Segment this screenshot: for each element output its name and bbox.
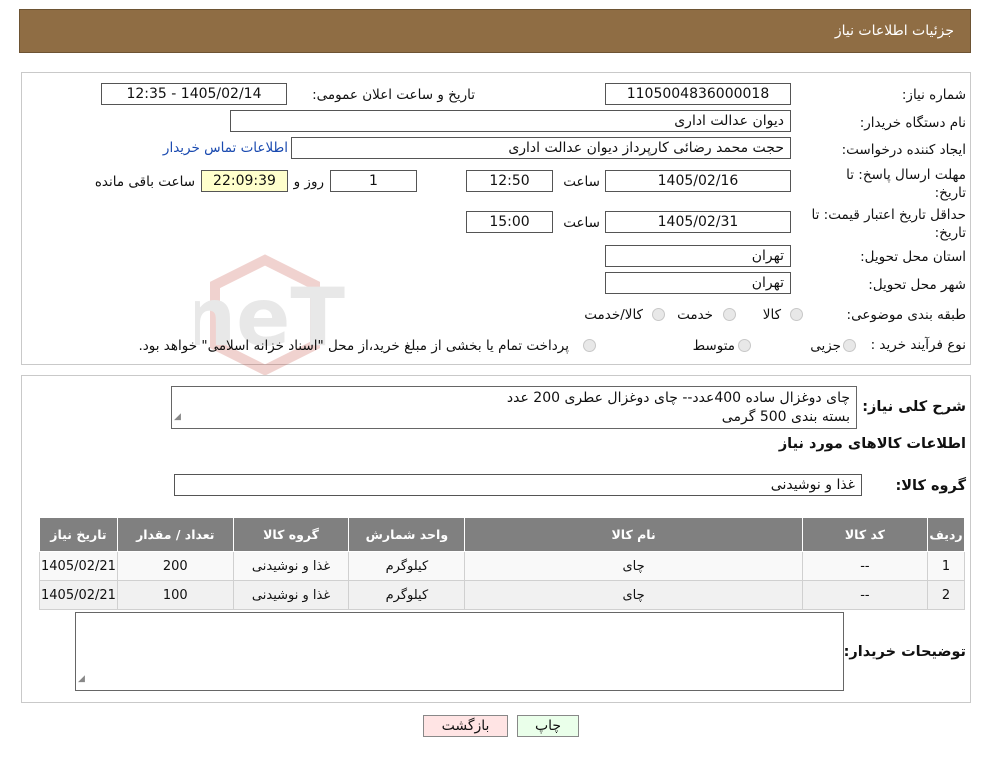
category-radio-goods-service[interactable] xyxy=(652,308,665,321)
goods-group-field: غذا و نوشیدنی xyxy=(174,474,862,496)
category-label: طبقه بندی موضوعی: xyxy=(846,307,966,323)
col-row: ردیف xyxy=(927,517,965,552)
days-field: 1 xyxy=(330,170,417,192)
col-unit: واحد شمارش xyxy=(348,517,466,552)
col-date: تاریخ نیاز xyxy=(39,517,118,552)
resize-grip-icon[interactable]: ◢ xyxy=(174,408,181,427)
description-line-1: چای دوغزال ساده 400عدد-- چای دوغزال عطری… xyxy=(506,390,850,406)
page-header: جزئیات اطلاعات نیاز xyxy=(19,9,971,53)
need-number-label: شماره نیاز: xyxy=(901,87,966,103)
goods-table-header: ردیف کد کالا نام کالا واحد شمارش گروه کا… xyxy=(39,517,965,552)
process-radio-treasury[interactable] xyxy=(583,339,596,352)
creator-field: حجت محمد رضائی کارپرداز دیوان عدالت ادار… xyxy=(291,137,791,159)
category-option-service: خدمت xyxy=(677,307,713,323)
validity-label: حداقل تاریخ اعتبار قیمت: تا تاریخ: xyxy=(811,207,966,241)
resize-grip-icon[interactable]: ◢ xyxy=(78,670,85,689)
cell-name: چای xyxy=(464,580,803,610)
notes-textarea[interactable]: ◢ xyxy=(75,612,844,691)
process-option-medium: متوسط xyxy=(692,338,735,354)
goods-table: ردیف کد کالا نام کالا واحد شمارش گروه کا… xyxy=(39,517,965,610)
cell-qty: 100 xyxy=(116,580,234,610)
col-qty: تعداد / مقدار xyxy=(116,517,234,552)
deadline-label: مهلت ارسال پاسخ: تا تاریخ: xyxy=(846,167,966,201)
cell-code: -- xyxy=(801,551,929,581)
validity-time-field: 15:00 xyxy=(466,211,553,233)
creator-label: ایجاد کننده درخواست: xyxy=(841,142,966,158)
remaining-time-field: 22:09:39 xyxy=(201,170,288,192)
validity-date-field: 1405/02/31 xyxy=(605,211,791,233)
cell-row: 2 xyxy=(927,580,965,610)
category-option-goods: کالا xyxy=(762,307,781,323)
deadline-date-field: 1405/02/16 xyxy=(605,170,791,192)
cell-date: 1405/02/21 xyxy=(39,551,118,581)
remaining-label: ساعت باقی مانده xyxy=(94,174,195,190)
buyer-contact-link[interactable]: اطلاعات تماس خریدار xyxy=(163,140,288,156)
cell-unit: کیلوگرم xyxy=(348,580,466,610)
cell-group: غذا و نوشیدنی xyxy=(232,580,350,610)
city-field: تهران xyxy=(605,272,791,294)
goods-section-title: اطلاعات کالاهای مورد نیاز xyxy=(778,436,966,452)
cell-date: 1405/02/21 xyxy=(39,580,118,610)
announce-field: 1405/02/14 - 12:35 xyxy=(101,83,287,105)
province-field: تهران xyxy=(605,245,791,267)
cell-name: چای xyxy=(464,551,803,581)
cell-row: 1 xyxy=(927,551,965,581)
description-line-2: بسته بندی 500 گرمی xyxy=(721,409,850,425)
description-textarea[interactable]: چای دوغزال ساده 400عدد-- چای دوغزال عطری… xyxy=(171,386,857,429)
cell-group: غذا و نوشیدنی xyxy=(232,551,350,581)
validity-time-label: ساعت xyxy=(563,215,600,231)
description-label: شرح کلی نیاز: xyxy=(862,399,966,415)
buyer-label: نام دستگاه خریدار: xyxy=(859,115,966,131)
back-button[interactable]: بازگشت xyxy=(423,715,508,737)
deadline-time-field: 12:50 xyxy=(466,170,553,192)
announce-label: تاریخ و ساعت اعلان عمومی: xyxy=(312,87,475,103)
print-button[interactable]: چاپ xyxy=(517,715,579,737)
city-label: شهر محل تحویل: xyxy=(868,277,966,293)
category-radio-service[interactable] xyxy=(723,308,736,321)
col-name: نام کالا xyxy=(464,517,803,552)
process-option-minor: جزیی xyxy=(810,338,841,354)
cell-unit: کیلوگرم xyxy=(348,551,466,581)
page-title: جزئیات اطلاعات نیاز xyxy=(834,23,954,39)
province-label: استان محل تحویل: xyxy=(860,249,966,265)
category-option-goods-service: کالا/خدمت xyxy=(584,307,643,323)
cell-code: -- xyxy=(801,580,929,610)
process-note: پرداخت تمام یا بخشی از مبلغ خرید،از محل … xyxy=(138,338,569,354)
goods-group-label: گروه کالا: xyxy=(895,478,966,494)
notes-label: توضیحات خریدار: xyxy=(843,644,966,660)
col-code: کد کالا xyxy=(801,517,929,552)
category-radio-goods[interactable] xyxy=(790,308,803,321)
col-group: گروه کالا xyxy=(232,517,350,552)
days-label: روز و xyxy=(293,174,324,190)
process-radio-minor[interactable] xyxy=(843,339,856,352)
need-number-field: 1105004836000018 xyxy=(605,83,791,105)
table-row: 1 -- چای کیلوگرم غذا و نوشیدنی 200 1405/… xyxy=(39,551,965,581)
deadline-time-label: ساعت xyxy=(563,174,600,190)
process-radio-medium[interactable] xyxy=(738,339,751,352)
cell-qty: 200 xyxy=(116,551,234,581)
process-label: نوع فرآیند خرید : xyxy=(870,337,966,353)
buyer-field: دیوان عدالت اداری xyxy=(230,110,791,132)
table-row: 2 -- چای کیلوگرم غذا و نوشیدنی 100 1405/… xyxy=(39,580,965,610)
